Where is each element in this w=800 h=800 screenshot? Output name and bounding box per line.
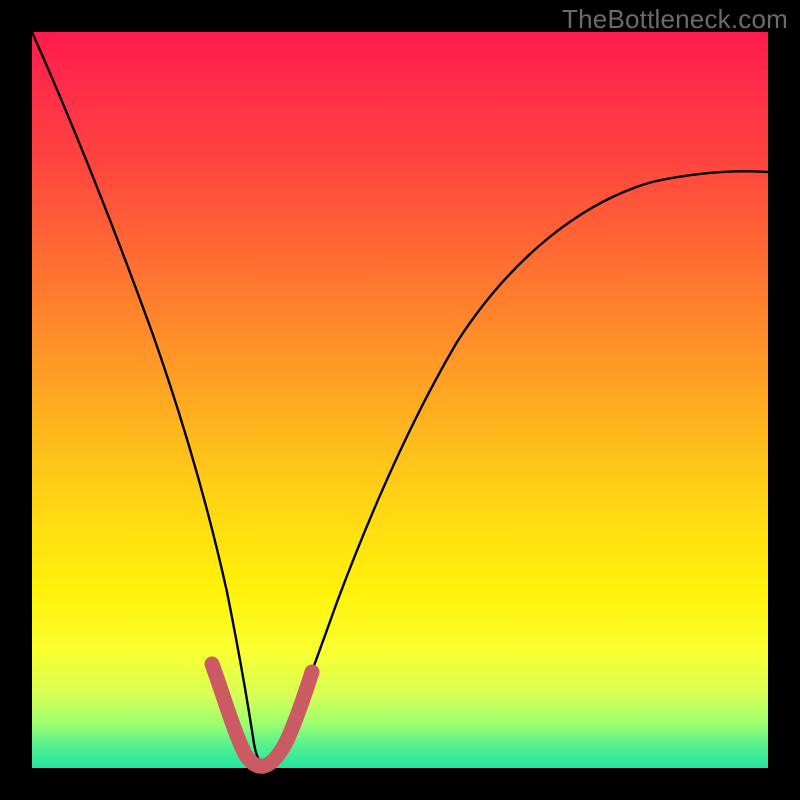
chart-frame: TheBottleneck.com bbox=[0, 0, 800, 800]
highlight-u-path bbox=[212, 664, 312, 766]
watermark-text: TheBottleneck.com bbox=[562, 4, 788, 35]
plot-area bbox=[32, 32, 768, 768]
bottleneck-curve-path bbox=[32, 32, 768, 762]
chart-svg bbox=[32, 32, 768, 768]
